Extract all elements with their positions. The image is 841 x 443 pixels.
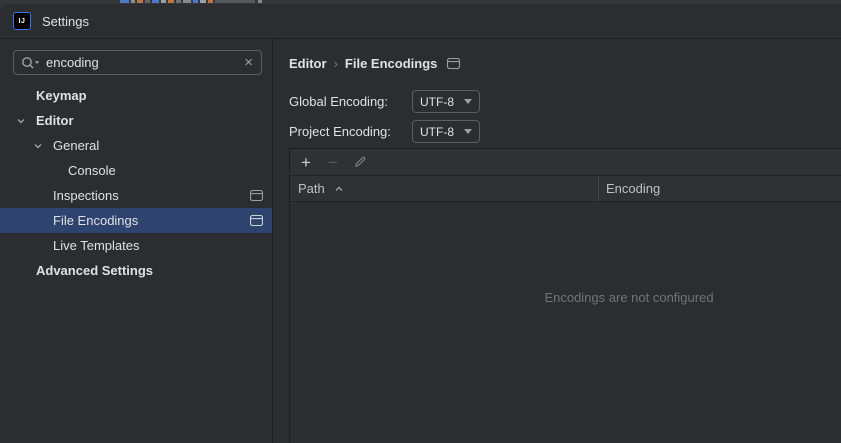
global-encoding-label: Global Encoding: [289, 94, 389, 109]
global-encoding-row: Global Encoding: UTF-8 [289, 90, 480, 113]
combo-arrow-icon [464, 99, 472, 104]
table-body[interactable]: Encodings are not configured [290, 202, 841, 443]
background-fragment [183, 0, 191, 3]
settings-search-input[interactable]: encoding × [13, 50, 262, 75]
sidebar-item-live-templates[interactable]: Live Templates [0, 233, 272, 258]
table-toolbar: + − [290, 149, 841, 176]
background-fragment [168, 0, 174, 3]
background-fragment [208, 0, 213, 3]
background-fragment [120, 0, 129, 3]
background-fragment [137, 0, 143, 3]
background-fragment [176, 0, 181, 3]
sidebar-item-inspections[interactable]: Inspections [0, 183, 272, 208]
sidebar-item-general[interactable]: General [0, 133, 272, 158]
global-encoding-value: UTF-8 [420, 94, 454, 109]
settings-tree: Keymap Editor General Console Inspection… [0, 83, 272, 283]
tree-item-label: Editor [36, 113, 74, 128]
background-fragment [193, 0, 198, 3]
add-button[interactable]: + [296, 152, 316, 172]
project-encoding-value: UTF-8 [420, 124, 454, 139]
tree-item-label: Inspections [53, 188, 119, 203]
encodings-table: + − Path Encoding Encodings are not conf… [289, 148, 841, 443]
background-fragment [145, 0, 150, 3]
background-fragment [152, 0, 159, 3]
path-column-label: Path [298, 181, 325, 196]
sidebar-item-advanced-settings[interactable]: Advanced Settings [0, 258, 272, 283]
breadcrumb-editor[interactable]: Editor [289, 56, 327, 71]
background-fragment [215, 0, 255, 3]
sidebar-item-editor[interactable]: Editor [0, 108, 272, 133]
configurable-page-icon [447, 57, 461, 69]
settings-sidebar: encoding × Keymap Editor General Console… [0, 39, 273, 443]
breadcrumb-separator: › [333, 55, 338, 71]
project-encoding-label: Project Encoding: [289, 124, 391, 139]
clear-search-icon[interactable]: × [243, 55, 254, 70]
breadcrumb: Editor › File Encodings [289, 53, 461, 73]
encoding-column-label: Encoding [606, 181, 661, 196]
tree-item-label: Console [68, 163, 116, 178]
remove-icon: − [328, 152, 338, 172]
background-fragment [131, 0, 135, 3]
tree-item-label: File Encodings [53, 213, 139, 228]
dialog-body: encoding × Keymap Editor General Console… [0, 39, 841, 443]
sort-ascending-icon [334, 184, 344, 194]
breadcrumb-file-encodings: File Encodings [344, 55, 438, 71]
sidebar-item-keymap[interactable]: Keymap [0, 83, 272, 108]
chevron-down-icon[interactable] [15, 116, 27, 126]
empty-state-text: Encodings are not configured [544, 290, 714, 305]
sidebar-item-console[interactable]: Console [0, 158, 272, 183]
edit-button[interactable] [350, 152, 370, 172]
dialog-titlebar[interactable]: IJ Settings [0, 4, 841, 39]
screenshot-root: { "colors": { "dialog_bg": "#2B2D30", "b… [0, 0, 841, 443]
background-fragment [258, 0, 262, 3]
search-query-text: encoding [46, 55, 99, 70]
project-encoding-select[interactable]: UTF-8 [412, 120, 480, 143]
tree-item-label: Live Templates [53, 238, 140, 253]
search-icon[interactable] [21, 56, 40, 70]
tree-item-label: Advanced Settings [36, 263, 154, 278]
add-icon: + [301, 152, 311, 172]
settings-content-panel: Editor › File Encodings Global Encoding:… [273, 39, 841, 443]
tree-item-label: General [53, 138, 100, 153]
dialog-title: Settings [42, 13, 89, 29]
configurable-page-icon [249, 214, 264, 227]
pencil-icon [353, 155, 367, 169]
intellij-logo-icon: IJ [13, 12, 31, 30]
background-fragment [200, 0, 206, 3]
remove-button[interactable]: − [323, 152, 343, 172]
chevron-down-icon[interactable] [32, 141, 44, 151]
combo-arrow-icon [464, 129, 472, 134]
settings-dialog: IJ Settings encoding × Keymap Editor Gen… [0, 4, 841, 443]
global-encoding-select[interactable]: UTF-8 [412, 90, 480, 113]
project-encoding-row: Project Encoding: UTF-8 [289, 120, 480, 143]
table-header: Path Encoding [290, 176, 841, 202]
column-header-path[interactable]: Path [290, 176, 598, 201]
column-header-encoding[interactable]: Encoding [599, 176, 841, 201]
tree-item-label: Keymap [36, 88, 87, 103]
sidebar-item-file-encodings[interactable]: File Encodings [0, 208, 272, 233]
configurable-page-icon [249, 189, 264, 202]
background-fragment [161, 0, 166, 3]
